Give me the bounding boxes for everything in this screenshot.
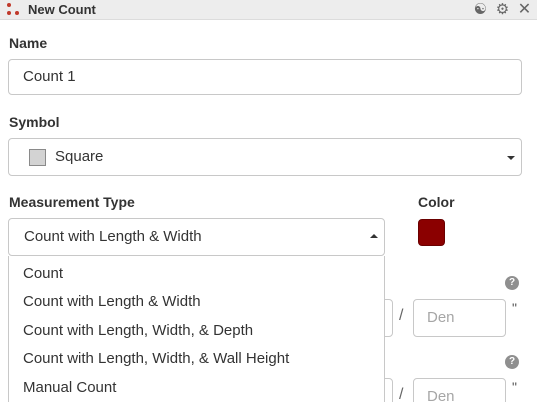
menu-item[interactable]: Count with Length & Width [23, 293, 201, 310]
denominator-input[interactable]: Den [413, 378, 506, 402]
unit-label: " [512, 300, 517, 316]
name-input[interactable]: Count 1 [8, 59, 522, 95]
fraction-separator: / [399, 307, 404, 324]
symbol-label: Symbol [9, 114, 60, 130]
symbol-swatch [29, 149, 46, 166]
name-label: Name [9, 35, 48, 51]
menu-item[interactable]: Manual Count [23, 379, 116, 396]
close-icon[interactable]: ✕ [516, 1, 533, 18]
menu-item[interactable]: Count with Length, Width, & Wall Height [23, 350, 289, 367]
help-icon[interactable]: ? [505, 276, 519, 290]
group-icon[interactable]: ☯ [472, 1, 489, 18]
symbol-select[interactable]: Square [8, 138, 522, 176]
color-picker[interactable] [418, 219, 445, 246]
menu-item[interactable]: Count with Length, Width, & Depth [23, 322, 253, 339]
gear-icon[interactable]: ⚙ [494, 1, 511, 18]
symbol-value: Square [55, 148, 104, 165]
count-icon [6, 3, 22, 17]
measurement-type-select[interactable]: Count with Length & Width [8, 218, 385, 256]
color-label: Color [418, 194, 455, 210]
measurement-type-menu: Count Count with Length & Width Count wi… [8, 256, 385, 402]
chevron-up-icon [370, 234, 378, 238]
unit-label: " [512, 379, 517, 395]
chevron-down-icon [507, 156, 515, 160]
help-icon[interactable]: ? [505, 355, 519, 369]
menu-item[interactable]: Count [23, 265, 63, 282]
dialog-titlebar: New Count ☯ ⚙ ✕ [0, 0, 537, 20]
fraction-separator: / [399, 386, 404, 402]
measurement-type-label: Measurement Type [9, 194, 135, 210]
dialog-title: New Count [28, 2, 96, 17]
measurement-type-value: Count with Length & Width [24, 228, 202, 245]
denominator-input[interactable]: Den [413, 299, 506, 337]
